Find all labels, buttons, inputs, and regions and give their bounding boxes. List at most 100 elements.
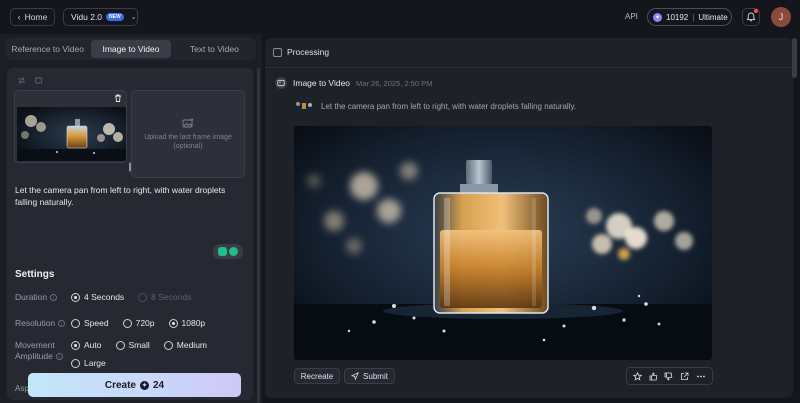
submit-button[interactable]: Submit (344, 368, 395, 384)
duration-label-text: Duration (15, 292, 48, 302)
create-button[interactable]: Create ✦ 24 (28, 373, 241, 397)
swap-icon[interactable] (17, 76, 26, 85)
avatar-initial: J (778, 12, 784, 22)
notifications-button[interactable] (742, 8, 760, 26)
results-panel: Processing Image to Video Mar 26, 2025, … (265, 38, 793, 398)
task-header: Image to Video Mar 26, 2025, 2:50 PM (275, 77, 432, 89)
card-toolbar (17, 76, 43, 85)
info-icon[interactable]: i (50, 293, 58, 301)
recreate-label: Recreate (300, 371, 334, 381)
tab-image-to-video[interactable]: Image to Video (91, 40, 171, 58)
resolution-label: Resolution i (15, 318, 71, 328)
radio-checked-icon (168, 318, 178, 328)
option-label: 8 Seconds (151, 292, 192, 302)
model-select[interactable]: Vidu 2.0 NEW ⌄ (63, 8, 138, 26)
avatar[interactable]: J (771, 7, 791, 27)
option-label: Auto (84, 340, 102, 350)
recreate-button[interactable]: Recreate (294, 368, 340, 384)
star-icon[interactable] (633, 371, 643, 381)
task-title: Image to Video (293, 78, 351, 88)
option-label: Small (128, 340, 150, 350)
last-frame-upload[interactable]: Upload the last frame image (optional) (131, 90, 245, 178)
enhance-active-icon (229, 247, 238, 256)
radio-icon (71, 318, 80, 328)
home-button[interactable]: ‹ Home (10, 8, 55, 26)
prompt-enhance-toggle[interactable] (213, 244, 243, 259)
crop-icon[interactable] (34, 76, 43, 85)
api-link[interactable]: API (625, 12, 638, 21)
generated-video-preview[interactable] (294, 126, 712, 360)
credits-separator: | (692, 12, 695, 22)
movement-options-row1: Auto Small Medium (71, 340, 221, 350)
generation-card: Upload the last frame image (optional) L… (7, 68, 253, 286)
last-frame-placeholder: Upload the last frame image (optional) (144, 133, 232, 150)
result-actions (626, 367, 713, 385)
task-prompt: Let the camera pan from left to right, w… (321, 101, 577, 111)
option-label: Large (84, 358, 106, 368)
more-icon[interactable] (696, 372, 706, 381)
prompt-textarea[interactable]: Let the camera pan from left to right, w… (15, 184, 230, 208)
mode-tabs: Reference to Video Image to Video Text t… (6, 38, 256, 60)
resolution-label-text: Resolution (15, 318, 56, 328)
image-upload-icon (182, 118, 194, 127)
bell-icon (746, 12, 756, 22)
duration-option-8s: 8 Seconds (138, 292, 191, 302)
home-label: Home (24, 12, 48, 22)
radio-checked-icon (71, 292, 80, 302)
processing-filter[interactable]: Processing (273, 47, 329, 57)
first-frame-upload[interactable] (14, 90, 127, 163)
duration-option-4s[interactable]: 4 Seconds (71, 292, 124, 302)
movement-option-large[interactable]: Large (71, 358, 207, 368)
movement-option-small[interactable]: Small (115, 340, 150, 350)
radio-icon (163, 340, 173, 350)
option-label: 1080p (181, 318, 206, 328)
chevron-down-icon: ⌄ (130, 14, 137, 21)
movement-label: Movement Amplitude i (15, 340, 71, 361)
thumbs-down-icon[interactable] (664, 372, 673, 381)
settings-title: Settings (15, 269, 55, 280)
processing-label: Processing (287, 47, 330, 57)
send-icon (351, 372, 360, 380)
right-scrollbar[interactable] (792, 38, 797, 78)
tab-reference-to-video[interactable]: Reference to Video (8, 40, 87, 58)
credit-coin-icon: ✦ (140, 380, 149, 390)
info-icon[interactable]: i (58, 319, 66, 327)
duration-row: Duration i 4 Seconds 8 Seconds (15, 292, 205, 302)
radio-icon (138, 292, 148, 302)
resolution-option-720p[interactable]: 720p (122, 318, 155, 328)
model-label: Vidu 2.0 (71, 12, 103, 22)
movement-option-auto[interactable]: Auto (71, 340, 102, 350)
movement-label-line2-wrap: Amplitude i (15, 351, 63, 361)
info-icon[interactable]: i (55, 352, 63, 360)
tab-text-to-video[interactable]: Text to Video (175, 40, 254, 58)
radio-icon (122, 318, 132, 328)
resolution-option-speed[interactable]: Speed (71, 318, 109, 328)
left-panel: Reference to Video Image to Video Text t… (0, 34, 262, 403)
trash-icon[interactable] (113, 93, 123, 103)
movement-option-medium[interactable]: Medium (163, 340, 207, 350)
duration-label: Duration i (15, 292, 71, 302)
credits-value: 10192 (666, 12, 689, 22)
thumbs-up-icon[interactable] (649, 371, 658, 381)
radio-icon (71, 358, 80, 368)
divider (265, 67, 793, 68)
option-label: 4 Seconds (84, 292, 125, 302)
plan-label: Ultimate (698, 12, 728, 22)
enhance-icon (218, 247, 227, 256)
option-label: Medium (176, 340, 207, 350)
option-label: Speed (84, 318, 109, 328)
task-timestamp: Mar 26, 2025, 2:50 PM (356, 78, 433, 88)
top-bar: ‹ Home Vidu 2.0 NEW ⌄ API ✦ 10192 | Ulti… (0, 0, 800, 34)
share-icon[interactable] (680, 372, 689, 381)
resolution-row: Resolution i Speed 720p 1080p (15, 318, 219, 328)
radio-checked-icon (71, 340, 80, 350)
resolution-option-1080p[interactable]: 1080p (168, 318, 206, 328)
credit-coin-icon: ✦ (653, 12, 662, 22)
image-to-video-icon (275, 77, 287, 89)
processing-checkbox[interactable] (273, 47, 282, 57)
left-scrollbar[interactable] (257, 68, 260, 403)
movement-label-line1: Movement (15, 340, 55, 350)
credits-badge[interactable]: ✦ 10192 | Ultimate (647, 8, 732, 26)
option-label: 720p (135, 318, 155, 328)
task-prompt-row: Let the camera pan from left to right, w… (294, 99, 576, 113)
